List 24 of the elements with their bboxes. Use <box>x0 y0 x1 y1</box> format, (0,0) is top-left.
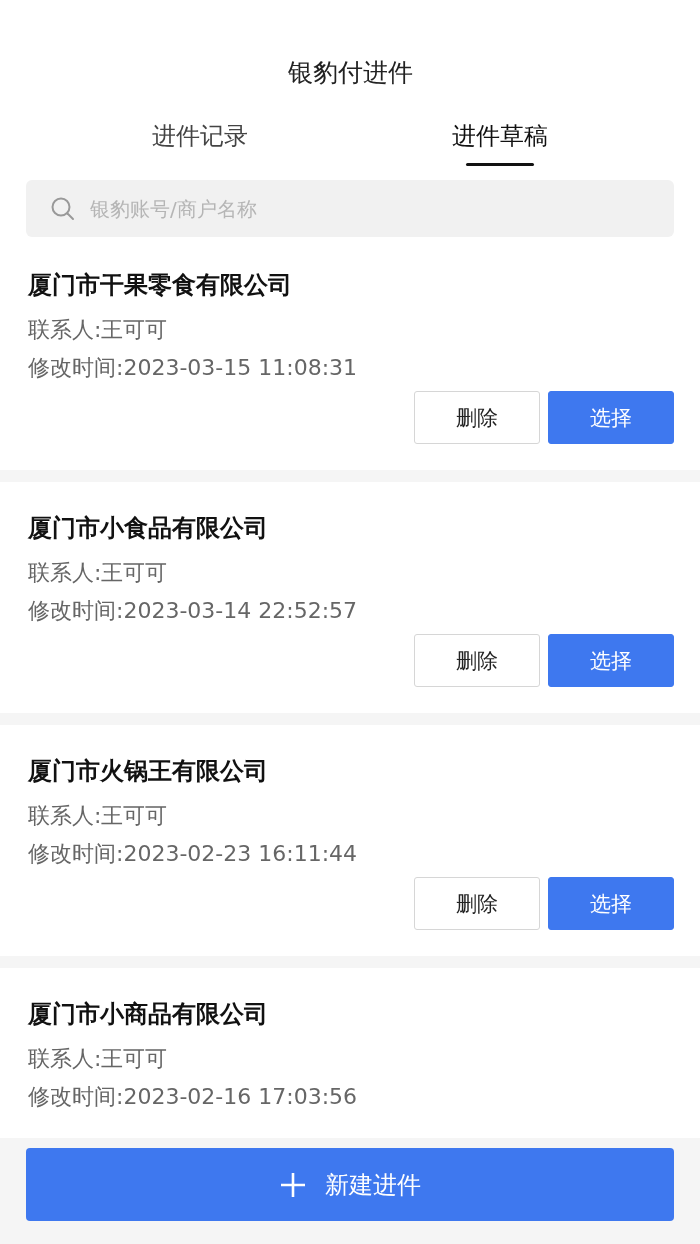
company-name: 厦门市干果零食有限公司 <box>28 270 293 301</box>
delete-button[interactable]: 删除 <box>414 391 540 444</box>
company-name: 厦门市火锅王有限公司 <box>28 756 269 787</box>
tab[interactable]: 进件记录 <box>100 108 300 166</box>
modified-time: 修改时间:2023-02-23 16:11:44 <box>28 840 359 868</box>
new-button[interactable]: 新建进件 <box>26 1148 674 1221</box>
modified-time: 修改时间:2023-03-14 22:52:57 <box>28 597 359 625</box>
modified-time: 修改时间:2023-02-16 17:03:56 <box>28 1083 359 1111</box>
contact-text: 联系人:王可可 <box>28 316 169 344</box>
select-button[interactable]: 选择 <box>548 634 674 687</box>
delete-button[interactable]: 删除 <box>414 634 540 687</box>
select-button[interactable]: 选择 <box>548 877 674 930</box>
page-title: 银豹付进件 <box>0 0 700 108</box>
contact-text: 联系人:王可可 <box>28 802 169 830</box>
search-field[interactable]: 银豹账号/商户名称 <box>26 180 674 237</box>
tab[interactable]: 进件草稿 <box>400 108 600 166</box>
delete-button[interactable]: 删除 <box>414 877 540 930</box>
contact-text: 联系人:王可可 <box>28 559 169 587</box>
select-button[interactable]: 选择 <box>548 391 674 444</box>
company-name: 厦门市小商品有限公司 <box>28 999 269 1030</box>
contact-text: 联系人:王可可 <box>28 1045 169 1073</box>
plus-icon <box>279 1170 307 1199</box>
company-name: 厦门市小食品有限公司 <box>28 513 269 544</box>
modified-time: 修改时间:2023-03-15 11:08:31 <box>28 354 359 382</box>
